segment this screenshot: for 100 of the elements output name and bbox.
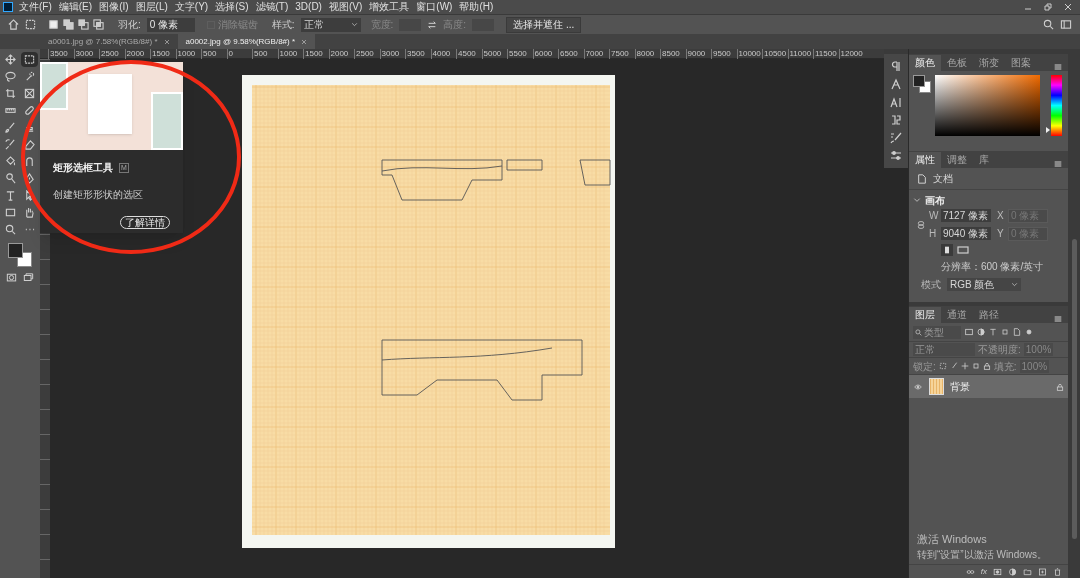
panel-tab[interactable]: 渐变: [973, 55, 1005, 71]
menu-item[interactable]: 视图(V): [326, 0, 365, 14]
panel-tab[interactable]: 路径: [973, 307, 1005, 323]
restore-icon[interactable]: [1044, 3, 1052, 11]
intersect-selection-icon[interactable]: [93, 19, 104, 30]
effects-button[interactable]: fx: [980, 566, 987, 577]
ruler-label: 1000: [176, 49, 196, 58]
select-and-mask-button[interactable]: 选择并遮住 ...: [506, 16, 582, 33]
adjustment-layer-icon[interactable]: [1008, 567, 1017, 576]
mode-dropdown[interactable]: RGB 颜色: [947, 278, 1021, 291]
field-label: W: [929, 209, 938, 223]
link-icon[interactable]: [917, 218, 925, 231]
character-style-icon[interactable]: [890, 78, 902, 90]
menu-item[interactable]: 增效工具: [367, 0, 412, 14]
subtract-selection-icon[interactable]: [78, 19, 89, 30]
menu-item[interactable]: 文件(F): [17, 0, 54, 14]
panel-tab[interactable]: 调整: [941, 152, 973, 168]
adjustment-filter-icon[interactable]: [977, 328, 985, 336]
color-swatches[interactable]: [913, 75, 931, 93]
chevron-icon[interactable]: [913, 196, 921, 204]
menu-item[interactable]: 帮助(H): [457, 0, 496, 14]
app-logo-icon: [3, 2, 13, 12]
brush-settings-icon[interactable]: [890, 132, 902, 144]
panel-menu-icon[interactable]: [1054, 315, 1062, 323]
panel-tab[interactable]: 色板: [941, 55, 973, 71]
link-layers-icon[interactable]: [965, 567, 975, 576]
lock-pixels-icon[interactable]: [938, 362, 947, 370]
panel-tab[interactable]: 图层: [909, 307, 941, 323]
type-filter-icon[interactable]: [989, 328, 997, 336]
panel-tab[interactable]: 通道: [941, 307, 973, 323]
lasso-tool-icon[interactable]: [2, 69, 19, 84]
panel-tab[interactable]: 图案: [1005, 55, 1037, 71]
ruler-label: 3000: [74, 49, 94, 58]
move-lock-icon[interactable]: [960, 362, 969, 370]
menu-item[interactable]: 选择(S): [213, 0, 251, 14]
mode-label: 模式: [921, 278, 941, 292]
close-icon[interactable]: [1064, 3, 1072, 11]
filter-toggle-icon[interactable]: [1025, 328, 1033, 336]
panel-tab[interactable]: 属性: [909, 152, 941, 168]
menu-item[interactable]: 文字(Y): [172, 0, 211, 14]
sliders-icon[interactable]: [890, 150, 902, 162]
portrait-orientation-button[interactable]: [941, 244, 953, 256]
activation-title: 激活 Windows: [917, 531, 988, 547]
feather-field[interactable]: 0 像素: [146, 17, 195, 32]
color-picker-field[interactable]: [935, 75, 1040, 136]
screen-mode-icon[interactable]: [23, 273, 34, 283]
style-dropdown[interactable]: 正常: [300, 17, 361, 32]
tooltip-description: 创建矩形形状的选区: [53, 188, 144, 202]
ruler-label: 8500: [661, 49, 680, 58]
scrollbar-thumb[interactable]: [1071, 239, 1077, 539]
new-selection-icon[interactable]: [48, 19, 59, 30]
menu-item[interactable]: 图像(I): [97, 0, 131, 14]
properties-type: 文档: [933, 172, 953, 186]
layer-row[interactable]: 背景: [909, 374, 1068, 398]
brush-lock-icon[interactable]: [949, 362, 958, 370]
menu-item[interactable]: 3D(D): [293, 0, 324, 14]
resolution-text: 分辨率：600 像素/英寸: [940, 260, 1045, 274]
lock-icon[interactable]: [982, 362, 991, 370]
landscape-orientation-icon[interactable]: [957, 244, 969, 256]
menu-item[interactable]: 编辑(E): [56, 0, 95, 14]
canvas-size-field[interactable]: 7127 像素: [941, 209, 991, 222]
ruler-label: 4500: [457, 49, 476, 58]
color-swatches[interactable]: [8, 243, 32, 267]
close-icon[interactable]: [301, 38, 308, 45]
paragraph-icon[interactable]: [890, 60, 902, 72]
menu-item[interactable]: 窗口(W): [414, 0, 455, 14]
quick-mask-icon[interactable]: [6, 273, 17, 283]
menu-item[interactable]: 滤镜(T): [253, 0, 291, 14]
search-icon[interactable]: [1043, 19, 1054, 30]
layer-mask-icon[interactable]: [993, 567, 1002, 576]
shape-filter-icon[interactable]: [1001, 328, 1009, 336]
panel-menu-icon[interactable]: [1054, 160, 1062, 168]
lock-icon[interactable]: [1056, 382, 1064, 391]
trash-icon[interactable]: [1053, 567, 1062, 576]
move-tool-icon[interactable]: [2, 52, 19, 67]
glyphs-icon[interactable]: [890, 114, 902, 126]
workspace-icon[interactable]: [1060, 19, 1072, 30]
panel-tab[interactable]: 库: [973, 152, 995, 168]
new-layer-icon[interactable]: [1038, 567, 1047, 576]
panel-menu-icon[interactable]: [1054, 63, 1062, 71]
image-filter-icon[interactable]: [965, 328, 973, 336]
smart-object-filter-icon[interactable]: [1013, 328, 1021, 336]
folder-icon[interactable]: [1023, 567, 1032, 576]
add-selection-icon[interactable]: [63, 19, 74, 30]
home-icon[interactable]: [8, 19, 19, 30]
menu-item[interactable]: 图层(L): [133, 0, 170, 14]
swap-icon[interactable]: [427, 19, 438, 30]
artboard-lock-icon[interactable]: [971, 362, 980, 370]
marquee-tool-icon[interactable]: [21, 52, 38, 67]
document-tab[interactable]: a0002.jpg @ 9.58%(RGB/8#) *: [177, 34, 316, 49]
ruler-label: 1500: [304, 49, 323, 58]
document-icon: [917, 172, 927, 185]
hue-slider[interactable]: [1051, 75, 1062, 136]
character-icon[interactable]: [890, 96, 902, 108]
close-icon[interactable]: [163, 38, 170, 45]
eye-icon[interactable]: [913, 382, 923, 391]
canvas-size-field[interactable]: 9040 像素: [941, 227, 991, 240]
ruler-label: 11500: [814, 49, 837, 58]
panel-tab[interactable]: 颜色: [909, 55, 941, 71]
marquee-preset-icon[interactable]: [25, 19, 36, 30]
